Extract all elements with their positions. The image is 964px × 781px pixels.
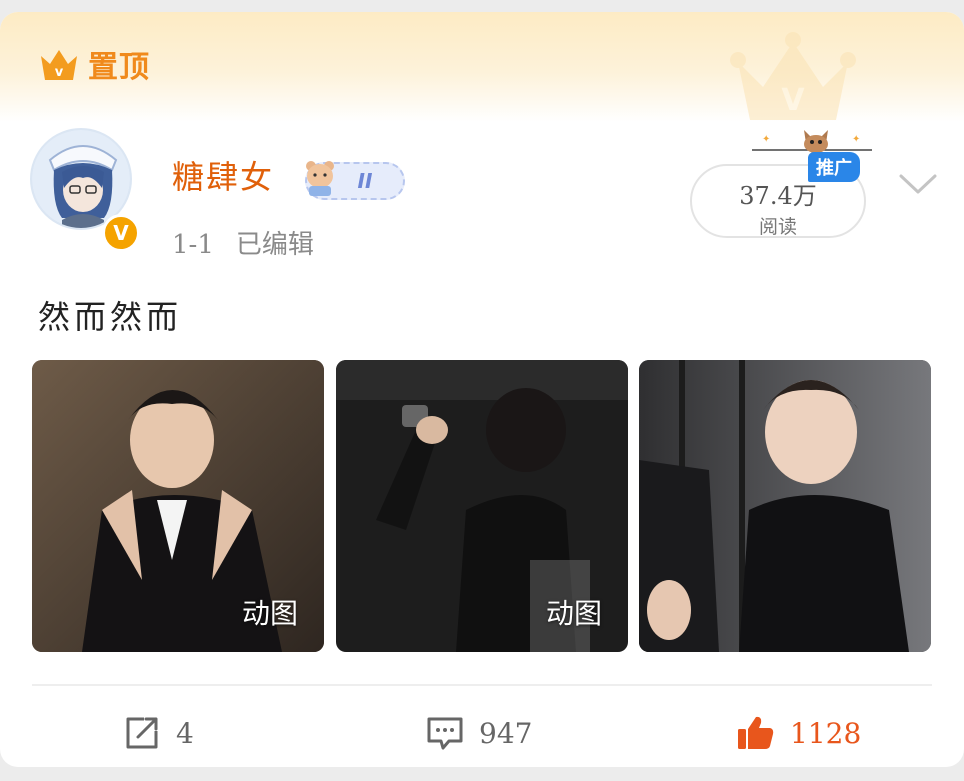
repost-count: 4 xyxy=(176,716,194,750)
post-meta: 1-1 已编辑 xyxy=(172,224,314,261)
svg-text:✦: ✦ xyxy=(762,134,770,145)
promote-badge[interactable]: 推广 xyxy=(808,152,860,182)
like-button[interactable]: 1128 xyxy=(736,712,861,754)
comment-count: 947 xyxy=(479,716,533,750)
level-badge[interactable]: II xyxy=(305,161,405,200)
post-image-1[interactable]: 动图 xyxy=(32,360,324,652)
post-image-3[interactable] xyxy=(639,360,931,652)
repost-button[interactable]: 4 xyxy=(122,712,194,754)
post-image-2[interactable]: 动图 xyxy=(336,360,628,652)
verified-icon: V xyxy=(102,214,140,252)
like-icon xyxy=(738,716,774,749)
comment-icon xyxy=(427,717,463,750)
like-count: 1128 xyxy=(790,716,862,750)
crown-icon: v xyxy=(41,50,77,80)
comment-button[interactable]: 947 xyxy=(425,712,532,754)
post-card[interactable]: V v 置顶 V 糖肆女 II 1-1 已编辑 ✦ ✦ 37.4万 阅读 推广 … xyxy=(0,12,964,767)
svg-text:V: V xyxy=(781,83,805,118)
gif-tag: 动图 xyxy=(241,597,298,630)
edited-label[interactable]: 已编辑 xyxy=(236,230,314,260)
post-time: 1-1 xyxy=(172,230,214,260)
pinned-indicator: v 置顶 xyxy=(38,42,150,86)
gif-tag: 动图 xyxy=(545,597,602,630)
svg-text:v: v xyxy=(55,65,64,80)
svg-text:✦: ✦ xyxy=(852,134,860,145)
crown-watermark-icon: V xyxy=(730,32,856,120)
level-label: II xyxy=(357,169,373,193)
divider xyxy=(32,684,932,686)
pinned-label: 置顶 xyxy=(88,50,150,85)
repost-icon xyxy=(126,717,158,749)
read-label: 阅读 xyxy=(758,216,797,238)
chevron-down-icon[interactable] xyxy=(898,172,938,196)
bear-icon xyxy=(306,161,334,196)
post-text: 然而然而 xyxy=(38,298,183,336)
author-name[interactable]: 糖肆女 xyxy=(172,152,274,198)
image-3-content xyxy=(639,360,931,652)
